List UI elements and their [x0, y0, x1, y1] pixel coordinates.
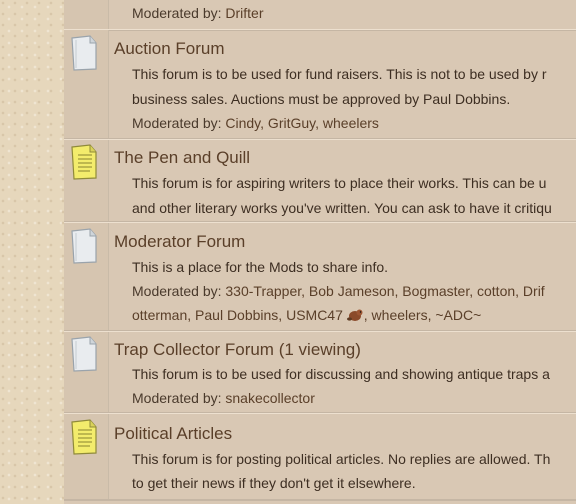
forum-title-link[interactable]: Trap Collector Forum	[114, 340, 274, 359]
forum-row-pen-quill: The Pen and Quill This forum is for aspi…	[64, 139, 576, 223]
forum-description: This forum is for aspiring writers to pl…	[132, 175, 547, 191]
forum-description: This is a place for the Mods to share in…	[132, 259, 389, 275]
moderator-links[interactable]: Cindy, GritGuy, wheelers	[225, 115, 379, 131]
forum-description: This forum is to be used for discussing …	[132, 366, 550, 382]
forum-icon-cell	[64, 30, 109, 138]
forum-icon-cell	[64, 0, 109, 29]
document-new-posts-icon	[70, 144, 98, 180]
moderators-line: otterman, Paul Dobbins, USMC47 , wheeler…	[132, 307, 481, 323]
forum-title-link[interactable]: The Pen and Quill	[114, 148, 250, 168]
forum-icon-cell	[64, 414, 109, 499]
forum-title: Trap Collector Forum (1 viewing)	[114, 340, 361, 360]
moderator-links[interactable]: , wheelers, ~ADC~	[364, 307, 482, 323]
forum-description: This forum is to be used for fund raiser…	[132, 66, 547, 82]
forum-description: business sales. Auctions must be approve…	[132, 91, 511, 107]
forum-row-political: Political Articles This forum is for pos…	[64, 413, 576, 501]
forum-icon-cell	[64, 140, 109, 221]
moderated-by-label: Moderated by:	[132, 115, 222, 131]
moderated-by-label: Moderated by:	[132, 283, 222, 299]
forum-icon-cell	[64, 223, 109, 330]
forum-description: This forum is for posting political arti…	[132, 451, 551, 467]
forum-icon-cell	[64, 332, 109, 412]
forum-title-link[interactable]: Auction Forum	[114, 39, 225, 59]
forum-row: Moderated by: Drifter	[64, 0, 576, 31]
moderators-line: Moderated by: Cindy, GritGuy, wheelers	[132, 115, 379, 131]
beaver-icon	[346, 309, 363, 321]
moderator-link[interactable]: snakecollector	[225, 390, 315, 406]
viewing-count: (1 viewing)	[278, 340, 361, 359]
moderators-line: Moderated by: snakecollector	[132, 390, 315, 406]
moderated-by-label: Moderated by:	[132, 390, 222, 406]
moderator-link[interactable]: Drifter	[225, 5, 263, 21]
forum-row-moderator: Moderator Forum This is a place for the …	[64, 222, 576, 332]
moderated-by-label: Moderated by:	[132, 5, 222, 21]
forum-row-trap-collector: Trap Collector Forum (1 viewing) This fo…	[64, 331, 576, 414]
forum-row-auction: Auction Forum This forum is to be used f…	[64, 29, 576, 140]
document-icon	[70, 336, 98, 372]
document-new-posts-icon	[70, 419, 98, 455]
forum-description: and other literary works you've written.…	[132, 200, 552, 216]
forum-description: to get their news if they don't get it e…	[132, 475, 416, 491]
moderators-line: Moderated by: Drifter	[132, 5, 264, 21]
moderator-links[interactable]: otterman, Paul Dobbins, USMC47	[132, 307, 343, 323]
document-icon	[70, 35, 98, 71]
forum-title-link[interactable]: Moderator Forum	[114, 232, 245, 252]
moderator-links[interactable]: 330-Trapper, Bob Jameson, Bogmaster, cot…	[225, 283, 544, 299]
forum-title-link[interactable]: Political Articles	[114, 424, 232, 444]
moderators-line: Moderated by: 330-Trapper, Bob Jameson, …	[132, 283, 545, 299]
document-icon	[70, 228, 98, 264]
forum-list: Moderated by: Drifter Auction Forum This…	[64, 0, 576, 504]
